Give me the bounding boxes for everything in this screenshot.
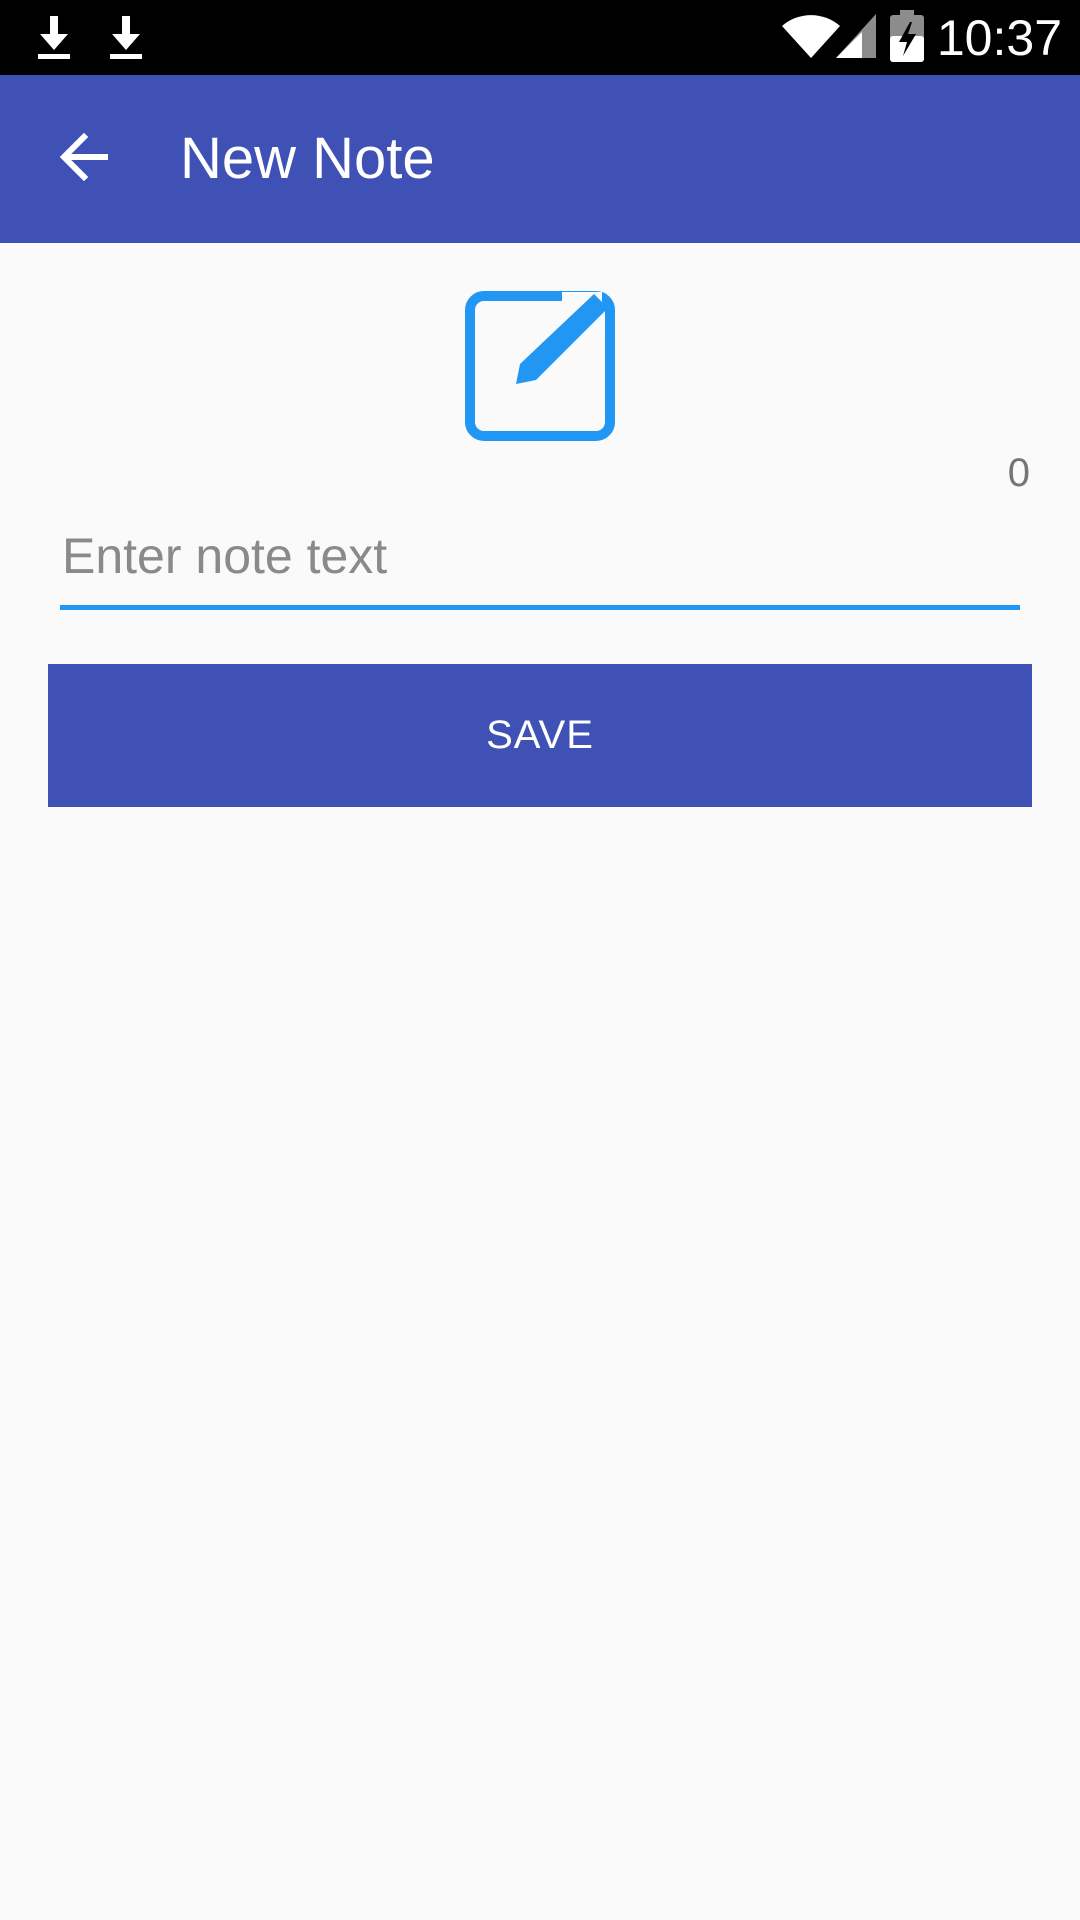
signal-icon [834,12,878,65]
download-icon [106,14,146,62]
edit-note-icon [462,288,618,444]
note-text-input[interactable] [60,520,1020,610]
character-count: 0 [1007,451,1030,495]
page-title: New Note [180,126,435,191]
app-bar: New Note [0,75,1080,243]
status-bar: 10:37 [0,0,1080,75]
save-button[interactable]: SAVE [48,664,1032,807]
wifi-icon [780,14,842,65]
new-note-screen: 10:37 New Note 0 SAVE [0,0,1080,1920]
arrow-back-icon [58,132,110,186]
back-button[interactable] [36,111,132,207]
note-text-field-container [60,520,1020,610]
battery-charging-icon [890,10,924,67]
status-time: 10:37 [936,10,1062,66]
download-icon [34,14,74,62]
